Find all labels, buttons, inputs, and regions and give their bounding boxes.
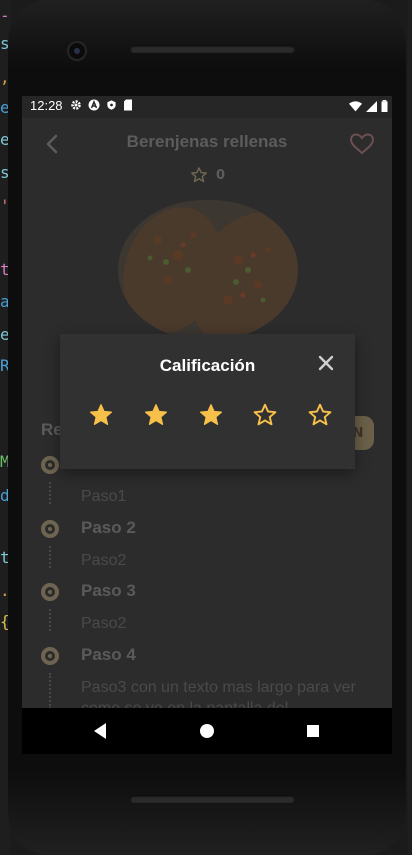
a-badge-icon (88, 99, 100, 111)
status-bar: 12:28 (22, 96, 392, 118)
step-connector (49, 482, 51, 504)
app-screen: 12:28 Berenjenas rellenas 0 Re N Paso1 P… (22, 96, 392, 708)
rating-summary: 0 (190, 166, 225, 184)
rating-count: 0 (216, 167, 226, 183)
star-outline-icon (191, 167, 207, 183)
step-connector (49, 609, 51, 631)
front-camera (69, 43, 85, 59)
star-outline-icon[interactable] (307, 402, 333, 428)
navigation-bar (22, 708, 392, 754)
background-window-strip-right (408, 0, 412, 855)
step-indicator (41, 583, 59, 601)
rating-dialog: Calificación (60, 334, 355, 469)
wifi-icon (349, 100, 362, 111)
step-indicator (41, 456, 59, 474)
steps-list: Paso 1 Paso1 Paso 2 Paso2 Paso 3 Paso2 P… (22, 446, 392, 708)
rating-stars (88, 402, 333, 428)
close-icon[interactable] (316, 353, 336, 373)
step-description: Paso2 (81, 552, 127, 569)
home-circle-icon[interactable] (199, 723, 215, 739)
signal-icon (366, 100, 377, 112)
bottom-speaker (130, 795, 295, 803)
status-system-icons (349, 100, 388, 112)
recipe-image (118, 200, 298, 340)
shield-icon (107, 100, 116, 110)
step-title: Paso 4 (81, 645, 136, 664)
step-description: Paso2 (81, 615, 127, 632)
step-connector (49, 546, 51, 568)
step-description: Paso1 (81, 488, 127, 505)
step-connector (49, 673, 51, 708)
page-title: Berenjenas rellenas (126, 132, 288, 151)
sd-card-icon (124, 99, 132, 111)
status-time: 12:28 (30, 98, 63, 113)
earpiece-speaker (130, 45, 295, 53)
step-title: Paso 2 (81, 518, 136, 537)
recents-square-icon[interactable] (306, 724, 320, 738)
step-indicator (41, 520, 59, 538)
back-triangle-icon[interactable] (92, 722, 108, 740)
star-filled-icon[interactable] (198, 402, 224, 428)
gear-icon (71, 100, 81, 110)
status-notification-icons (70, 99, 133, 111)
star-filled-icon[interactable] (88, 402, 114, 428)
heart-outline-icon[interactable] (349, 133, 375, 155)
star-filled-icon[interactable] (143, 402, 169, 428)
star-outline-icon[interactable] (252, 402, 278, 428)
step-indicator (41, 647, 59, 665)
step-description: Paso3 con un texto mas largo para ver co… (81, 679, 356, 708)
battery-icon (381, 100, 388, 112)
dialog-title: Calificación (159, 356, 256, 375)
step-title: Paso 3 (81, 581, 136, 600)
